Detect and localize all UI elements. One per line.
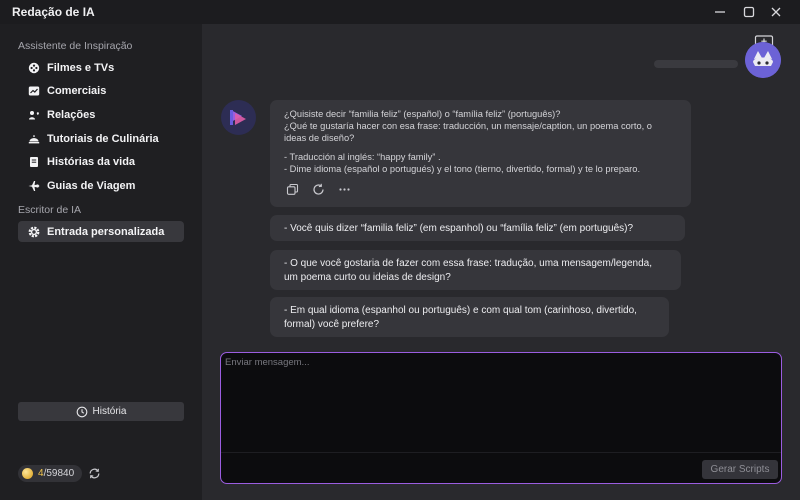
credits-badge: 4 /59840 [18, 465, 83, 482]
message-line: - Dime idioma (español o portugués) y el… [284, 164, 641, 175]
assistant-logo-icon [229, 109, 246, 125]
message-composer: Gerar Scripts [220, 352, 782, 484]
close-icon [771, 7, 781, 17]
credits-total: /59840 [43, 468, 75, 479]
film-reel-icon [28, 62, 40, 74]
refresh-icon [89, 468, 100, 479]
option-line: - O que você gostaria de fazer com essa … [284, 258, 652, 269]
regenerate-button[interactable] [311, 183, 325, 196]
sidebar-item-commercials[interactable]: Comerciais [18, 80, 184, 101]
app-title: Redação de IA [12, 5, 95, 19]
generate-scripts-button[interactable]: Gerar Scripts [702, 460, 778, 479]
option-line: um poema curto ou ideias de design? [284, 271, 451, 283]
sidebar-item-travel[interactable]: Guias de Viagem [18, 175, 184, 196]
gear-icon [28, 226, 40, 238]
option-line: - Você quis dizer “familia feliz” (em es… [284, 223, 634, 234]
copy-icon [286, 183, 298, 195]
airplane-icon [28, 180, 40, 192]
close-button[interactable] [764, 2, 788, 22]
message-line: ¿Quisiste decir “familia feliz” (español… [284, 109, 561, 119]
sidebar-item-custom-input[interactable]: Entrada personalizada [18, 221, 184, 242]
section-title-inspiration: Assistente de Inspiração [18, 40, 133, 52]
clock-history-icon [76, 406, 88, 418]
title-bar: Redação de IA [0, 0, 800, 24]
assistant-avatar [221, 100, 256, 135]
minimize-icon [715, 11, 725, 13]
history-button[interactable]: História [18, 402, 184, 421]
coin-icon [22, 468, 33, 479]
trend-chart-icon [28, 85, 40, 97]
maximize-icon [743, 6, 755, 18]
sidebar-item-relations[interactable]: Relações [18, 104, 184, 125]
sidebar-item-label: Filmes e TVs [47, 61, 115, 74]
section-title-writer: Escritor de IA [18, 204, 82, 216]
message-line: ideas de diseño? [284, 132, 355, 143]
sidebar-item-life-stories[interactable]: Histórias da vida [18, 151, 184, 172]
suggestion-option[interactable]: - Em qual idioma (espanhol ou português)… [270, 297, 669, 337]
message-line: - Traducción al inglés: “happy family” . [284, 152, 441, 163]
heart-people-icon [28, 109, 40, 121]
sidebar-item-label: Entrada personalizada [47, 225, 165, 238]
copy-button[interactable] [285, 183, 299, 196]
suggestion-option[interactable]: - O que você gostaria de fazer com essa … [270, 250, 681, 290]
option-line: formal) você prefere? [284, 318, 380, 330]
sidebar-item-label: Tutoriais de Culinária [47, 132, 159, 145]
message-input[interactable] [225, 357, 777, 447]
more-options-button[interactable] [337, 183, 351, 196]
sidebar-item-cooking[interactable]: Tutoriais de Culinária [18, 128, 184, 149]
regenerate-icon [312, 183, 324, 195]
composer-divider [221, 452, 781, 453]
refresh-credits-button[interactable] [88, 467, 101, 480]
sidebar-item-films[interactable]: Filmes e TVs [18, 57, 184, 78]
history-label: História [92, 406, 127, 417]
sidebar-item-label: Guias de Viagem [47, 179, 136, 192]
user-avatar [745, 42, 781, 78]
maximize-button[interactable] [737, 2, 761, 22]
book-icon [28, 156, 40, 168]
cooking-dish-icon [28, 133, 40, 145]
more-horizontal-icon [338, 188, 350, 191]
minimize-button[interactable] [708, 2, 732, 22]
user-message-bubble [654, 60, 738, 68]
message-actions [285, 183, 351, 196]
sidebar-item-label: Comerciais [47, 84, 107, 97]
sidebar-item-label: Relações [47, 108, 96, 121]
sidebar-item-label: Histórias da vida [47, 155, 136, 168]
message-line: ¿Qué te gustaría hacer con esa frase: tr… [284, 120, 652, 131]
suggestion-option[interactable]: - Você quis dizer “familia feliz” (em es… [270, 215, 685, 241]
option-line: - Em qual idioma (espanhol ou português)… [284, 305, 637, 316]
